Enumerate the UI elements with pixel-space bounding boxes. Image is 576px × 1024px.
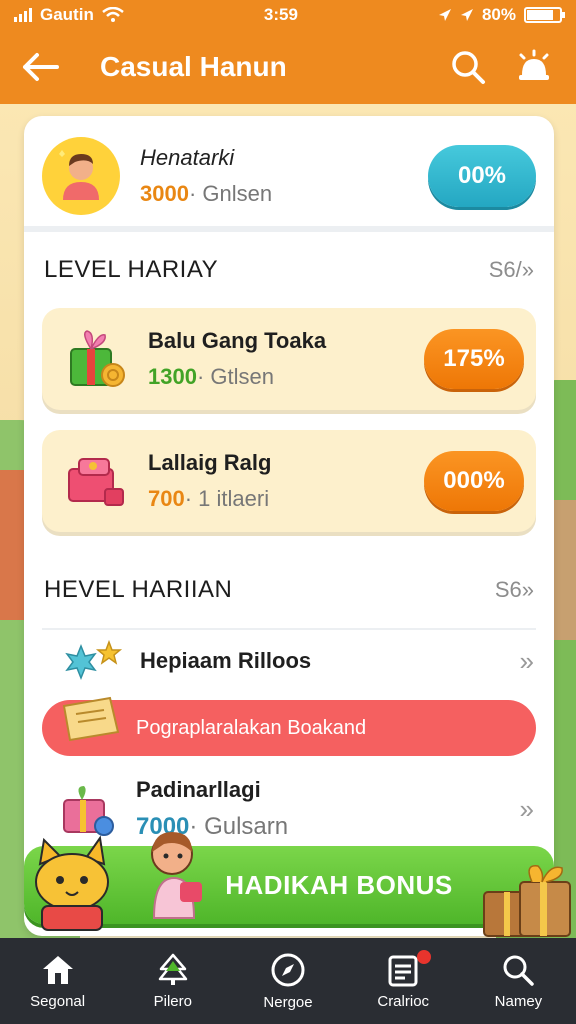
daily-section-title: HEVEL HARIIAN [44,576,233,603]
nav-item-label: Namey [494,992,543,1010]
level-item-percent-button[interactable]: 000% [424,451,524,511]
compass-icon [271,953,305,986]
tree-icon [158,953,188,985]
app-header: Casual Hanun [0,30,576,104]
level-item-unit: Gtlsen [210,364,274,389]
battery-percent: 80% [481,5,516,24]
search-button[interactable] [446,45,490,89]
nav-item-label: Segonal [30,992,86,1010]
wifi-icon [102,7,124,22]
search-icon [503,955,535,986]
nav-item-label: Cralrioc [377,992,430,1010]
nav-item-segonal[interactable]: Segonal [0,938,115,1024]
level-item-percent-button[interactable]: 175% [424,329,524,389]
notification-button[interactable] [512,45,556,89]
nav-item-pilero[interactable]: Pilero [115,938,230,1024]
kid-mascot-icon [151,832,202,919]
daily-item[interactable]: Hepiaam Rilloos » [24,630,554,692]
home-icon [42,955,73,984]
level-item-unit: 1 itlaeri [198,486,270,511]
daily-section-more-link[interactable]: S6» [495,577,534,603]
clock: 3:59 [263,5,298,24]
level-item-name: Lallaig Ralg [148,450,272,475]
daily-item-name: Padinarllagi [136,777,261,802]
location-icon [438,9,451,21]
back-arrow-icon [23,53,59,81]
nav-item-cralrioc[interactable]: Cralrioc [346,938,461,1024]
level-item-amount: 1300 [148,364,197,389]
level-item[interactable]: Balu Gang Toaka 1300· Gtlsen 175% [42,308,536,410]
level-section-title: LEVEL HARIAY [44,256,219,283]
daily-item-name: Hepiaam Rilloos [140,648,312,673]
bonus-label: HADIKAH BONUS [225,869,453,900]
status-bar: Gautin 3:59 80% [0,0,576,30]
main-card: Henatarki 3000· Gnlsen 00% LEVEL HARIAY … [24,116,554,936]
signal-icon [14,8,32,22]
bottom-navigation: Segonal Pilero Nergoe Cralrioc Namey [0,938,576,1024]
gift-box-red-icon [62,446,132,516]
search-icon [452,51,485,84]
level-section-header: LEVEL HARIAY S6/» [24,232,554,308]
treasure-box-icon [62,696,120,742]
promo-banner-button[interactable]: Pograplaralakan Boakand [42,696,536,756]
level-item[interactable]: Lallaig Ralg 700· 1 itlaeri 000% [42,430,536,532]
location-arrow-icon [460,9,473,21]
nav-item-label: Nergoe [263,993,313,1011]
nav-item-label: Pilero [153,992,192,1010]
gift-pile-icon [483,865,571,937]
level-section-more-link[interactable]: S6/» [489,257,534,283]
notification-dot [416,950,431,964]
nav-item-nergoe[interactable]: Nergoe [230,938,345,1024]
promo-banner-text: Pograplaralakan Boakand [136,716,367,739]
daily-item-unit: Gulsarn [204,813,289,840]
level-item-amount: 700 [148,486,185,511]
profile-percent-button[interactable]: 00% [428,145,536,207]
cat-mascot-icon [35,835,109,931]
daily-section-header: HEVEL HARIIAN S6» [24,552,554,628]
profile-amount: 3000 [140,181,189,206]
carrier-name: Gautin [40,5,94,24]
chevron-right-icon: » [519,793,534,824]
battery-icon [524,7,565,23]
sparkle-flower-icon [60,636,130,686]
back-button[interactable] [20,47,60,87]
level-item-name: Balu Gang Toaka [148,328,327,353]
chevron-right-icon: » [519,645,534,676]
nav-item-namey[interactable]: Namey [461,938,576,1024]
page-title: Casual Hanun [100,51,287,82]
user-avatar-icon [59,150,99,200]
avatar [42,137,120,215]
gift-box-pink-icon [58,778,120,840]
gift-box-green-icon [62,324,132,394]
alarm-bell-icon [519,49,549,80]
profile-summary: Henatarki 3000· Gnlsen 00% [24,116,554,222]
list-icon [388,955,418,986]
profile-unit: Gnlsen [202,181,273,206]
profile-name: Henatarki [140,145,235,170]
